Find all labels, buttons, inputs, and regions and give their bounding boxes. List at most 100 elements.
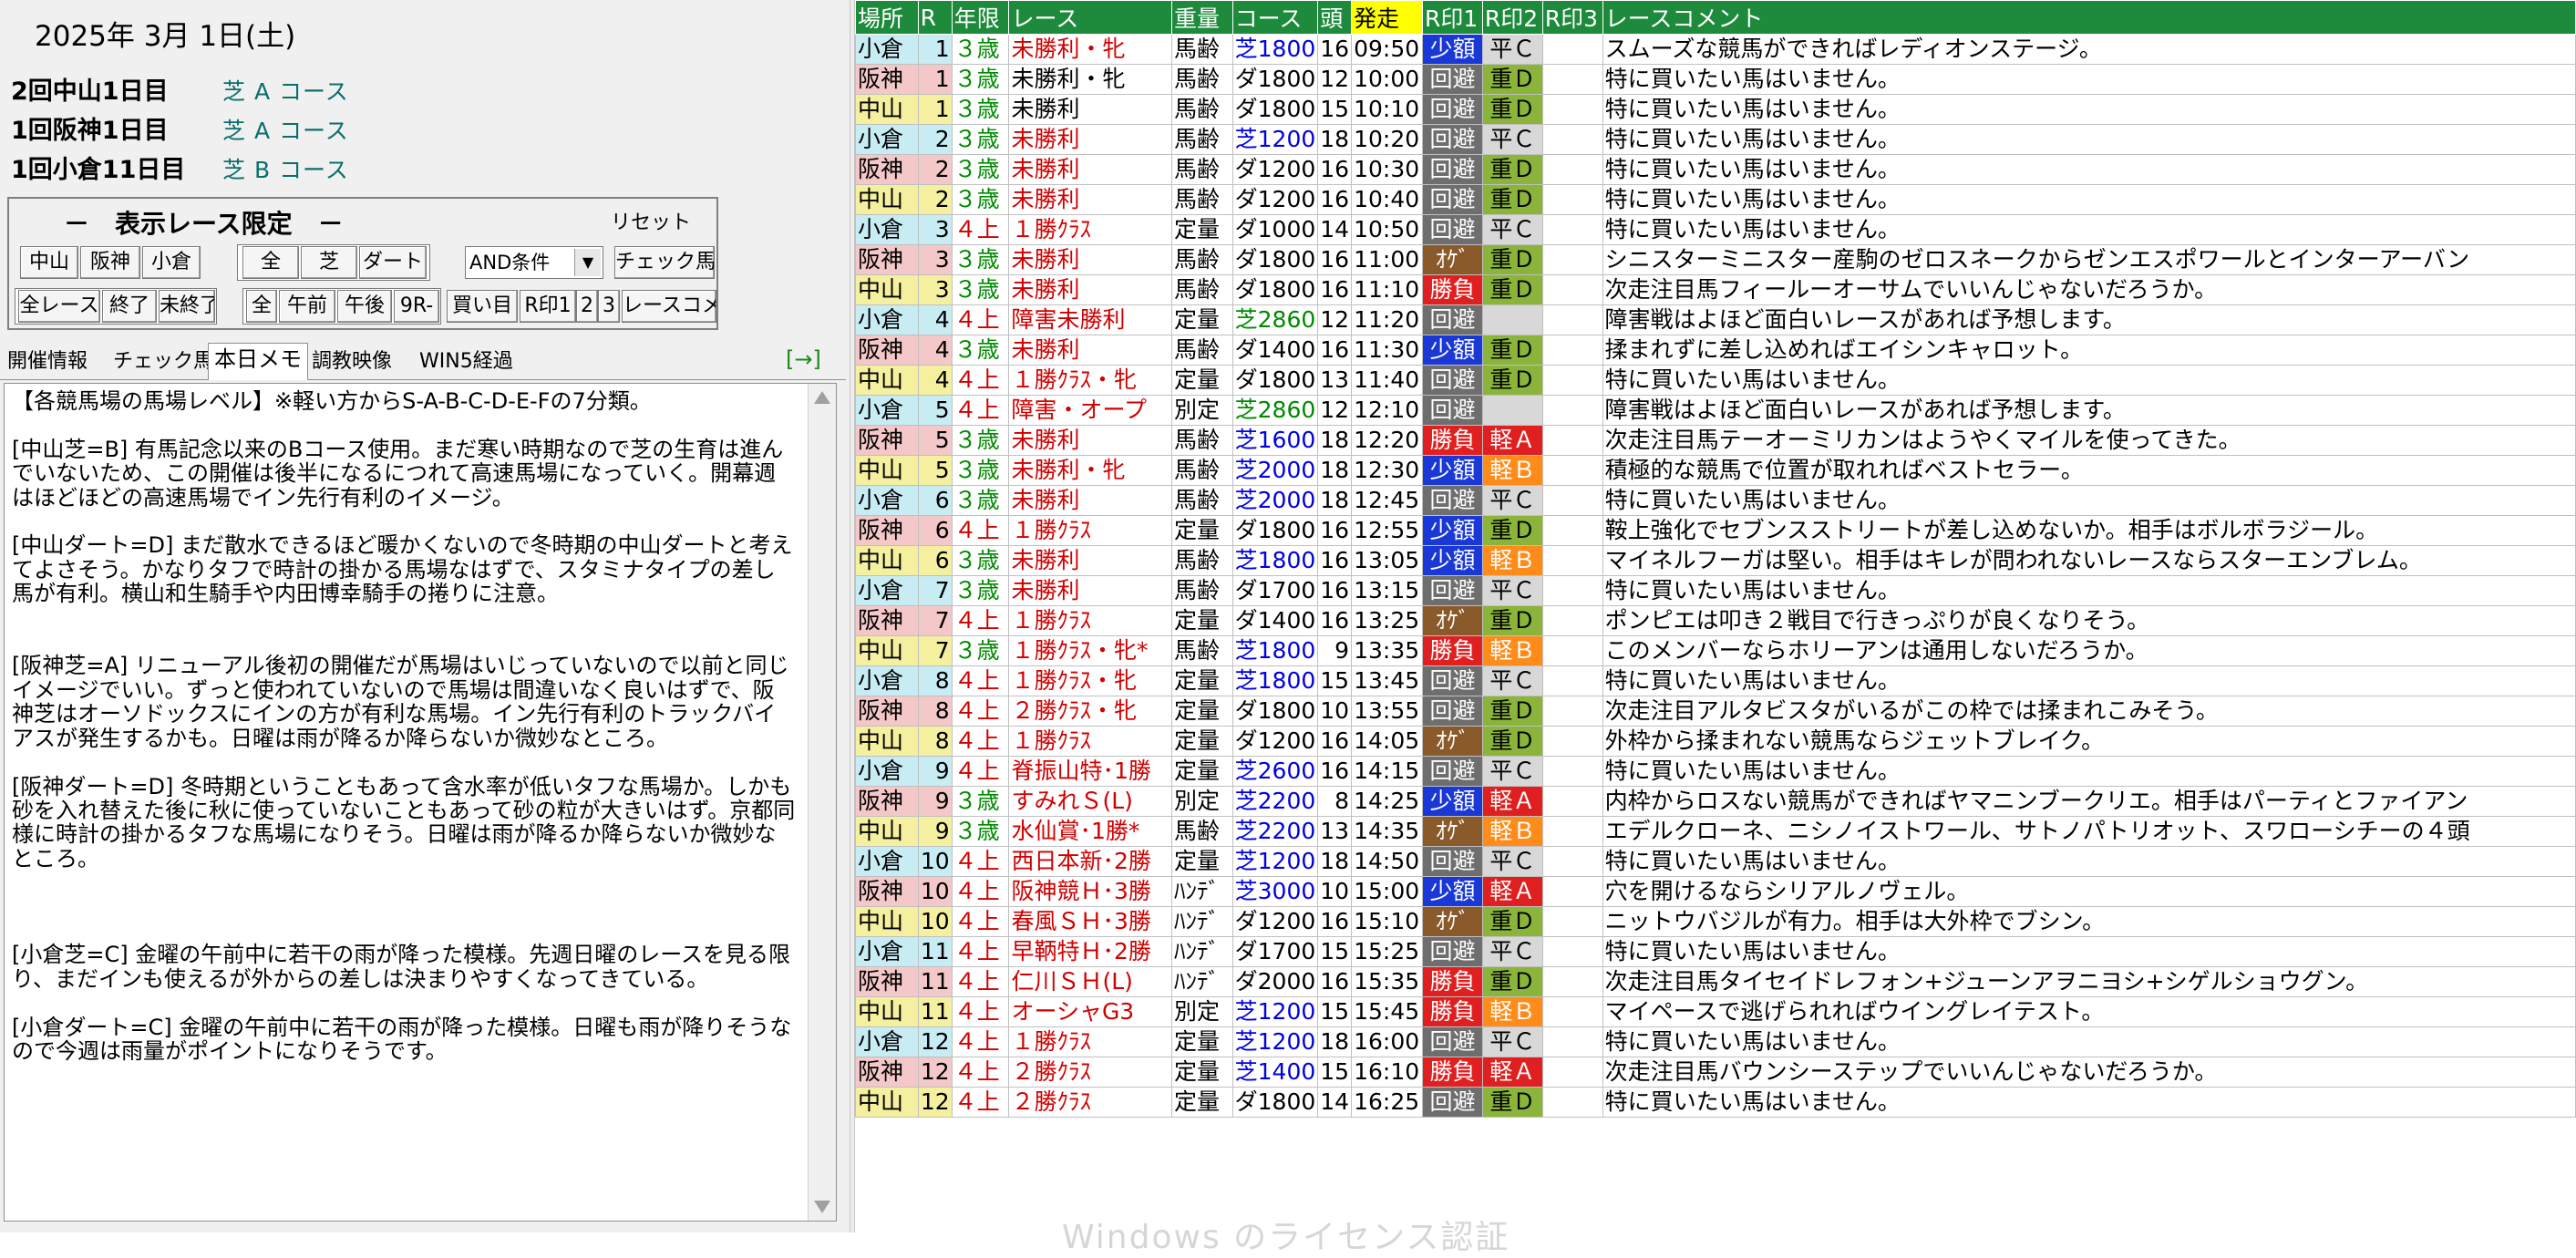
cell-rmark1[interactable]: 勝負: [1422, 1057, 1483, 1088]
cell-start-time[interactable]: 13:25: [1351, 605, 1424, 636]
cell-start-time[interactable]: 13:55: [1351, 696, 1424, 727]
cell-comment[interactable]: 特に買いたい馬はいません。: [1602, 184, 2576, 215]
cell-weight[interactable]: 馬齢: [1170, 64, 1233, 95]
cell-rmark3[interactable]: [1541, 214, 1603, 245]
cell-place[interactable]: 小倉: [855, 34, 919, 65]
cell-start-time[interactable]: 15:10: [1351, 906, 1424, 937]
cell-rmark1[interactable]: 少額: [1422, 876, 1483, 907]
table-row[interactable]: 小倉 12 ４上 １勝ｸﾗｽ 定量 芝1200 18 16:00 回避 平Ｃ 特に買いたい馬はいませ…: [855, 1026, 2576, 1057]
cell-start-time[interactable]: 09:50: [1351, 34, 1424, 65]
col-header-comment[interactable]: レースコメント: [1602, 0, 2576, 35]
cell-weight[interactable]: 馬齢: [1170, 816, 1233, 847]
col-header-start-time[interactable]: 発走: [1351, 0, 1424, 35]
col-header-age[interactable]: 年限: [951, 0, 1010, 35]
cell-start-time[interactable]: 16:25: [1351, 1087, 1424, 1118]
cell-age[interactable]: ４上: [951, 876, 1010, 907]
cell-rmark1[interactable]: 少額: [1422, 786, 1483, 817]
cell-course[interactable]: 芝3000: [1231, 876, 1319, 907]
cell-rmark2[interactable]: 軽Ｂ: [1481, 455, 1543, 486]
cell-course[interactable]: 芝1200: [1231, 846, 1319, 877]
cell-age[interactable]: ３歳: [951, 786, 1010, 817]
cell-place[interactable]: 阪神: [855, 786, 919, 817]
filter-race-comment-button[interactable]: レースコメ: [622, 290, 716, 323]
cell-course[interactable]: 芝2200: [1231, 816, 1319, 847]
cell-rmark3[interactable]: [1541, 1057, 1603, 1088]
cell-runners[interactable]: 16: [1317, 184, 1353, 215]
cell-start-time[interactable]: 13:05: [1351, 545, 1424, 576]
cell-course[interactable]: 芝1200: [1231, 124, 1319, 155]
cell-age[interactable]: ３歳: [951, 455, 1010, 486]
cell-age[interactable]: ４上: [951, 756, 1010, 787]
cell-rmark3[interactable]: [1541, 515, 1603, 546]
cell-race-number[interactable]: 4: [917, 365, 953, 396]
cell-rmark2[interactable]: 平Ｃ: [1481, 846, 1543, 877]
cell-race-number[interactable]: 11: [917, 966, 953, 997]
cell-start-time[interactable]: 13:35: [1351, 635, 1424, 666]
cell-rmark3[interactable]: [1541, 786, 1603, 817]
cell-start-time[interactable]: 10:40: [1351, 184, 1424, 215]
cell-race-number[interactable]: 12: [917, 1087, 953, 1118]
cell-comment[interactable]: ニットウバジルが有力。相手は大外枠でブシン。: [1602, 906, 2576, 937]
cell-comment[interactable]: 特に買いたい馬はいません。: [1602, 936, 2576, 967]
cell-age[interactable]: ３歳: [951, 635, 1010, 666]
cell-course[interactable]: 芝1800: [1231, 635, 1319, 666]
table-row[interactable]: 中山 2 ３歳 未勝利 馬齢 ダ1200 16 10:40 回避 重Ｄ 特に買いたい馬はいません。: [855, 184, 2576, 215]
cell-weight[interactable]: ﾊﾝﾃﾞ: [1170, 966, 1233, 997]
cell-start-time[interactable]: 11:40: [1351, 365, 1424, 396]
cell-place[interactable]: 小倉: [855, 214, 919, 245]
cell-rmark1[interactable]: ｵｹﾞ: [1422, 605, 1483, 636]
cell-start-time[interactable]: 11:00: [1351, 244, 1424, 275]
cell-rmark2[interactable]: 平Ｃ: [1481, 756, 1543, 787]
cell-start-time[interactable]: 15:45: [1351, 996, 1424, 1027]
cell-course[interactable]: ダ1200: [1231, 154, 1319, 185]
table-row[interactable]: 中山 10 ４上 春風ＳＨ･3勝 ﾊﾝﾃﾞ ダ1200 16 15:10 ｵｹﾞ 重Ｄ ニットウバジ…: [855, 906, 2576, 937]
cell-course[interactable]: 芝2000: [1231, 485, 1319, 516]
cell-rmark1[interactable]: 回避: [1422, 184, 1483, 215]
table-row[interactable]: 阪神 11 ４上 仁川ＳＨ(L) ﾊﾝﾃﾞ ダ2000 16 15:35 勝負 重Ｄ 次走注目馬タイ…: [855, 966, 2576, 997]
cell-race-number[interactable]: 3: [917, 274, 953, 305]
cell-runners[interactable]: 16: [1317, 274, 1353, 305]
cell-rmark1[interactable]: 勝負: [1422, 966, 1483, 997]
cell-rmark3[interactable]: [1541, 154, 1603, 185]
cell-weight[interactable]: 定量: [1170, 846, 1233, 877]
col-header-runners[interactable]: 頭: [1317, 0, 1353, 35]
cell-start-time[interactable]: 11:20: [1351, 304, 1424, 335]
cell-start-time[interactable]: 10:20: [1351, 124, 1424, 155]
cell-weight[interactable]: 別定: [1170, 395, 1233, 426]
cell-rmark1[interactable]: ｵｹﾞ: [1422, 244, 1483, 275]
cell-weight[interactable]: 定量: [1170, 304, 1233, 335]
cell-race-name[interactable]: 未勝利: [1008, 335, 1172, 366]
cell-course[interactable]: 芝2200: [1231, 786, 1319, 817]
cell-race-name[interactable]: 未勝利・牝: [1008, 455, 1172, 486]
cell-rmark3[interactable]: [1541, 94, 1603, 125]
cell-rmark1[interactable]: 回避: [1422, 124, 1483, 155]
cell-rmark1[interactable]: 少額: [1422, 545, 1483, 576]
cell-comment[interactable]: 鞍上強化でセブンスストリートが差し込めないか。相手はボルボラジール。: [1602, 515, 2576, 546]
cell-weight[interactable]: 定量: [1170, 1057, 1233, 1088]
cell-place[interactable]: 中山: [855, 545, 919, 576]
cell-runners[interactable]: 14: [1317, 1087, 1353, 1118]
filter-rmark1-button[interactable]: R印1: [520, 290, 576, 323]
cell-race-number[interactable]: 8: [917, 696, 953, 727]
cell-weight[interactable]: 別定: [1170, 996, 1233, 1027]
cell-race-name[interactable]: １勝ｸﾗｽ: [1008, 214, 1172, 245]
cell-runners[interactable]: 16: [1317, 244, 1353, 275]
cell-rmark3[interactable]: [1541, 455, 1603, 486]
cell-start-time[interactable]: 13:15: [1351, 575, 1424, 606]
cell-course[interactable]: 芝2600: [1231, 756, 1319, 787]
cell-age[interactable]: ３歳: [951, 34, 1010, 65]
cell-weight[interactable]: 定量: [1170, 214, 1233, 245]
cell-age[interactable]: ４上: [951, 936, 1010, 967]
cell-weight[interactable]: 馬齢: [1170, 274, 1233, 305]
table-row[interactable]: 阪神 4 ３歳 未勝利 馬齢 ダ1400 16 11:30 少額 重Ｄ 揉まれずに差し込めればエイシ…: [855, 335, 2576, 366]
cell-runners[interactable]: 16: [1317, 545, 1353, 576]
cell-runners[interactable]: 18: [1317, 455, 1353, 486]
cell-runners[interactable]: 9: [1317, 635, 1353, 666]
cell-rmark2[interactable]: 重Ｄ: [1481, 64, 1543, 95]
cell-rmark1[interactable]: 勝負: [1422, 274, 1483, 305]
cell-race-name[interactable]: 早鞆特Ｈ･2勝: [1008, 936, 1172, 967]
cell-rmark3[interactable]: [1541, 335, 1603, 366]
cell-comment[interactable]: スムーズな競馬ができればレディオンステージ。: [1602, 34, 2576, 65]
cell-race-name[interactable]: 未勝利: [1008, 184, 1172, 215]
cell-place[interactable]: 小倉: [855, 756, 919, 787]
